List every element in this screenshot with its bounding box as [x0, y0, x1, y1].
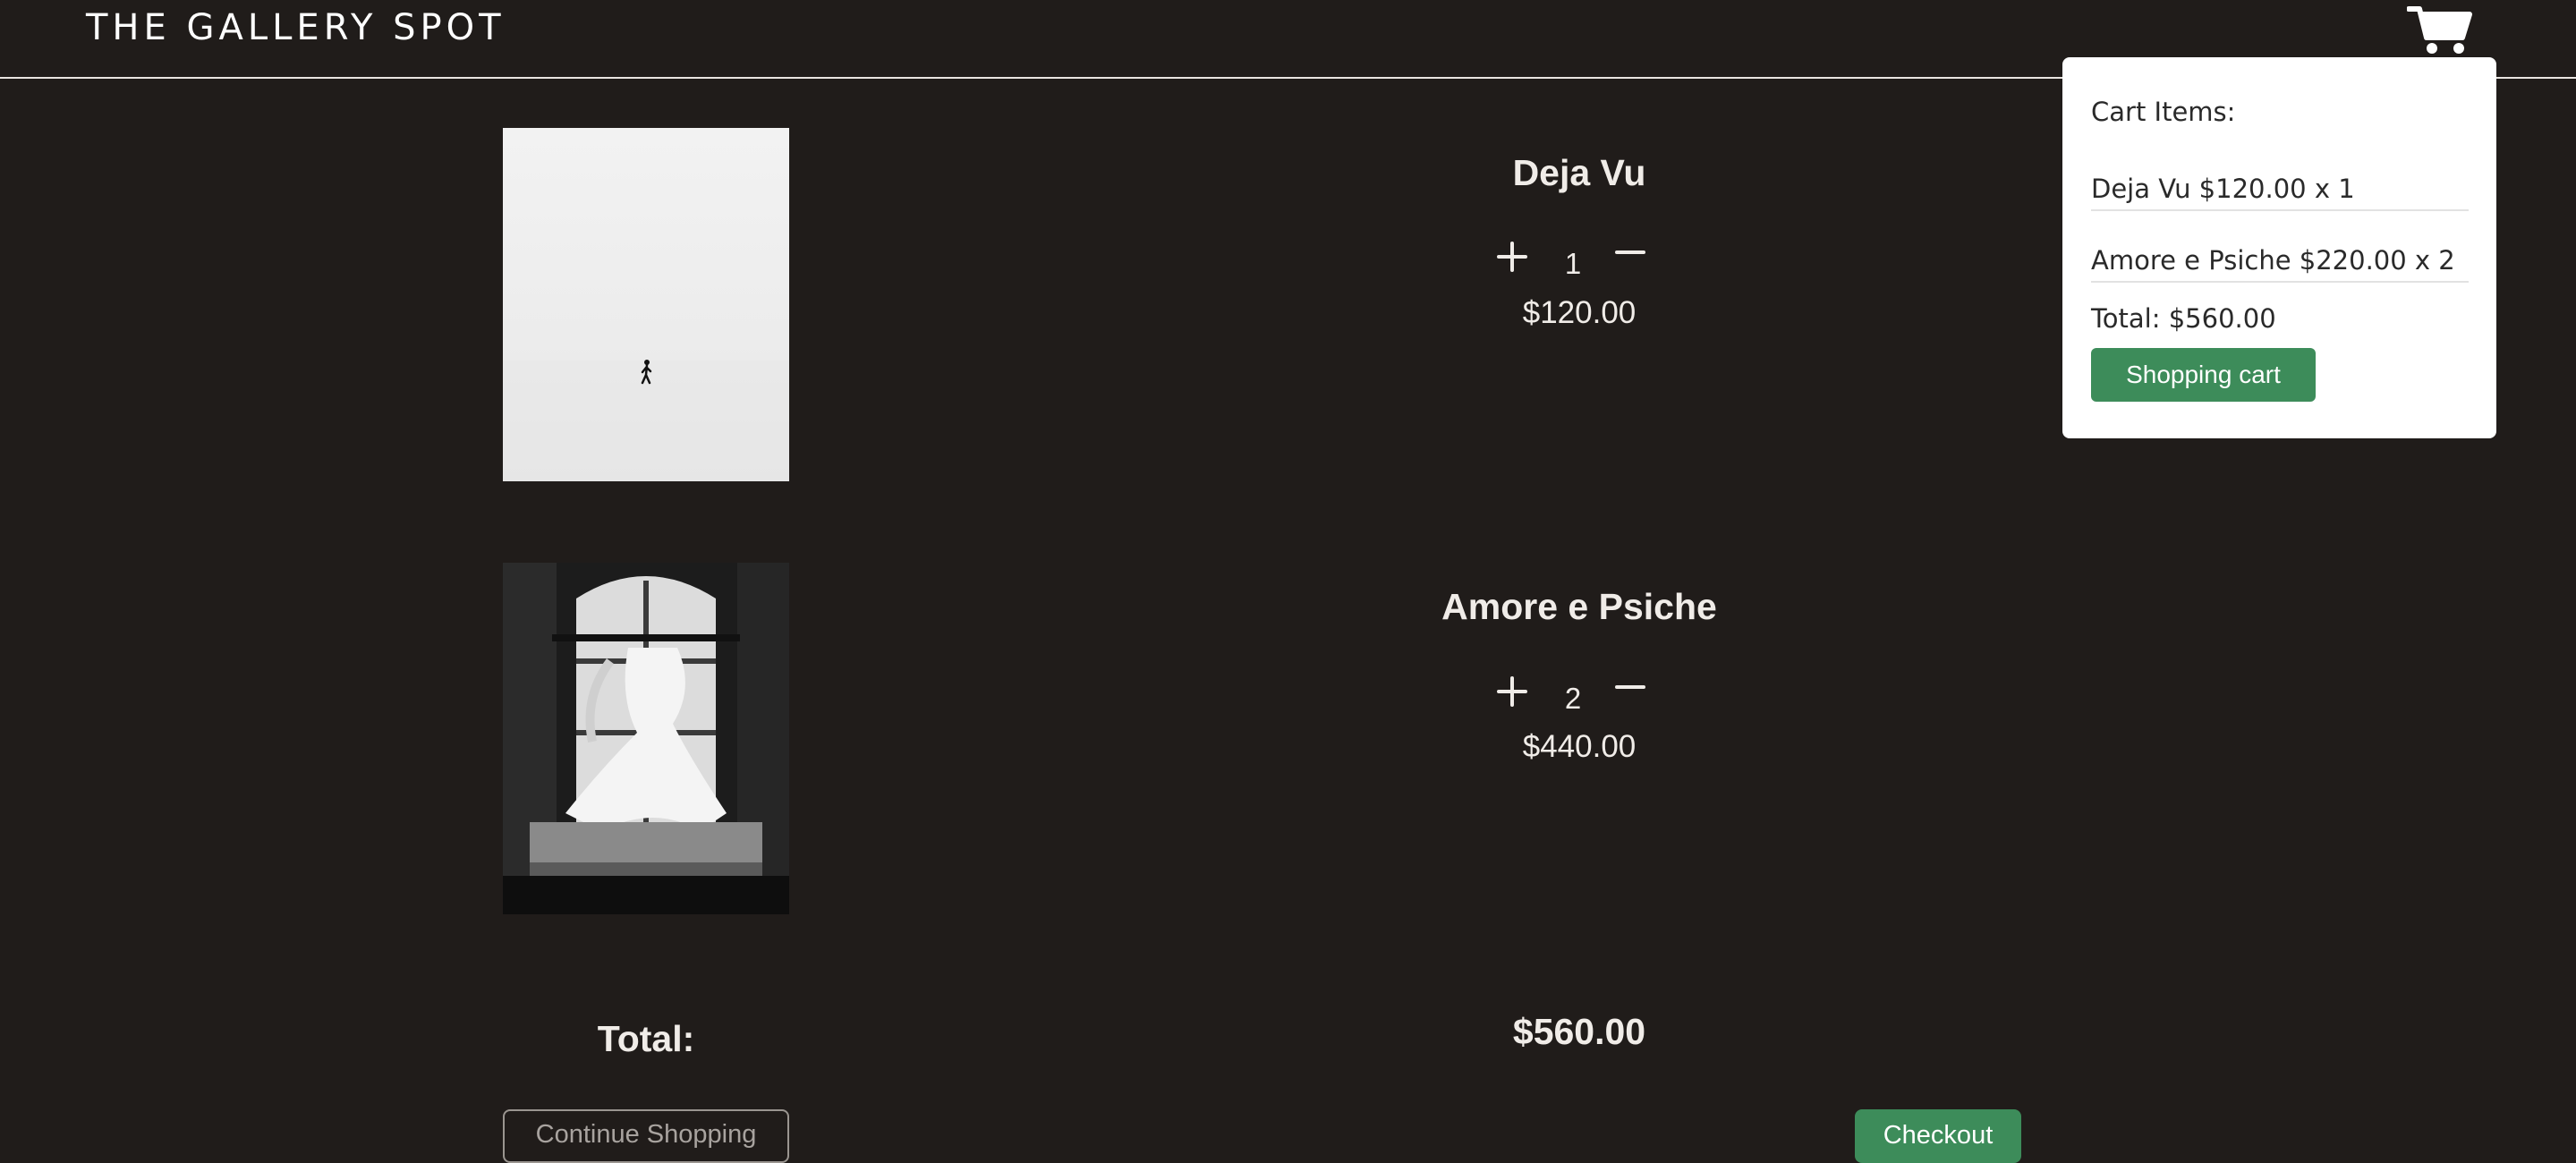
- product-image-deja-vu[interactable]: [503, 128, 789, 481]
- shopping-cart-button[interactable]: Shopping cart: [2091, 348, 2316, 402]
- site-brand[interactable]: THE GALLERY SPOT: [86, 7, 506, 48]
- checkout-button[interactable]: Checkout: [1855, 1109, 2021, 1163]
- minus-icon[interactable]: [1608, 234, 1653, 279]
- item-name: Amore e Psiche: [1441, 586, 1717, 627]
- item-name: Deja Vu: [1512, 152, 1646, 193]
- shopping-cart-icon[interactable]: [2407, 4, 2475, 55]
- minus-icon[interactable]: [1608, 669, 1653, 714]
- dropdown-title: Cart Items:: [2091, 97, 2236, 127]
- item-price: $120.00: [1522, 295, 1637, 330]
- statue-in-window-illustration: [503, 563, 789, 914]
- quantity-stepper: 2: [1490, 669, 1669, 723]
- plus-icon[interactable]: [1490, 669, 1535, 714]
- quantity-value: 2: [1564, 682, 1582, 715]
- dropdown-total: Total: $560.00: [2091, 303, 2276, 334]
- figure-in-fog-illustration: [503, 360, 789, 481]
- total-label: Total:: [597, 1018, 695, 1059]
- dropdown-cart-item: Amore e Psiche $220.00 x 2: [2091, 245, 2469, 283]
- total-value: $560.00: [1512, 1011, 1646, 1052]
- continue-shopping-button[interactable]: Continue Shopping: [503, 1109, 789, 1163]
- product-image-amore-e-psiche[interactable]: [503, 563, 789, 914]
- quantity-value: 1: [1564, 247, 1582, 280]
- quantity-stepper: 1: [1490, 234, 1669, 288]
- item-price: $440.00: [1522, 729, 1637, 764]
- dropdown-cart-item: Deja Vu $120.00 x 1: [2091, 174, 2469, 211]
- cart-dropdown: Cart Items: Deja Vu $120.00 x 1 Amore e …: [2062, 57, 2496, 438]
- plus-icon[interactable]: [1490, 234, 1535, 279]
